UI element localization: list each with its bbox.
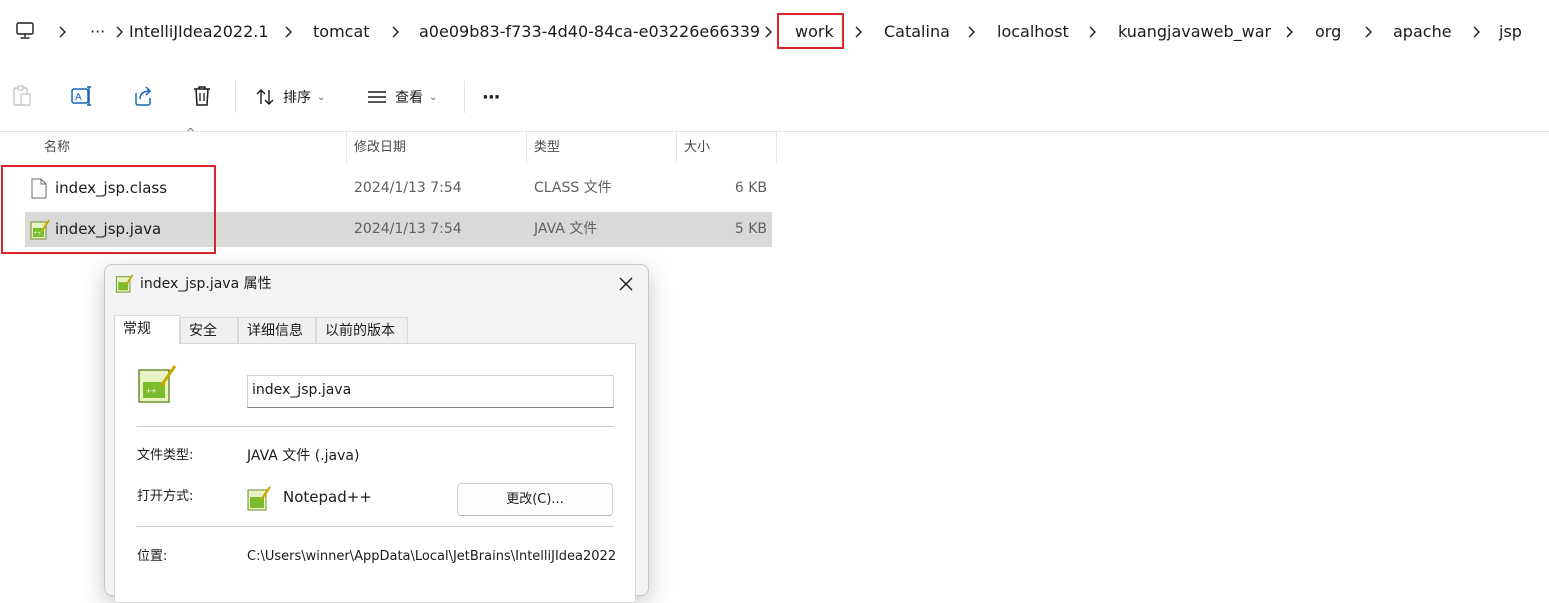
breadcrumb-item-tomcat[interactable]: tomcat (313, 20, 370, 44)
properties-dialog: index_jsp.java 属性 常规 安全 详细信息 以前的版本 ++ in… (104, 264, 649, 603)
chevron-right-icon (1473, 26, 1480, 38)
open-with-value: Notepad++ (283, 488, 372, 506)
file-type: CLASS 文件 (534, 180, 612, 196)
chevron-right-icon (855, 26, 862, 38)
open-with-label: 打开方式: (137, 489, 194, 504)
column-divider[interactable] (346, 131, 347, 163)
chevron-right-icon (1089, 26, 1096, 38)
notepadpp-file-icon (115, 274, 134, 293)
sort-ascending-icon: ^ (186, 126, 196, 139)
column-divider[interactable] (676, 131, 677, 163)
chevron-right-icon (1365, 26, 1372, 38)
chevron-right-icon (968, 26, 975, 38)
breadcrumb-item-catalina[interactable]: Catalina (884, 20, 950, 44)
breadcrumb-item-kuangjavaweb[interactable]: kuangjavaweb_war (1118, 20, 1271, 44)
more-options-button[interactable]: ··· (482, 83, 500, 111)
divider (137, 526, 614, 527)
column-header-size[interactable]: 大小 (684, 133, 710, 163)
file-type-value: JAVA 文件 (.java) (247, 448, 360, 464)
dialog-title: index_jsp.java 属性 (140, 276, 272, 292)
divider (137, 426, 614, 427)
location-value: C:\Users\winner\AppData\Local\JetBrains\… (247, 549, 617, 564)
file-type-label: 文件类型: (137, 448, 194, 463)
file-date: 2024/1/13 7:54 (354, 221, 462, 237)
toolbar-separator (235, 81, 236, 113)
sort-label: 排序 (283, 90, 311, 106)
file-size: 5 KB (734, 221, 767, 237)
view-list-icon (368, 91, 386, 103)
breadcrumb-item-apache[interactable]: apache (1393, 20, 1452, 44)
tab-details[interactable]: 详细信息 (238, 317, 316, 343)
share-icon[interactable] (131, 84, 155, 108)
paste-icon[interactable] (11, 84, 33, 108)
column-header-name[interactable]: 名称 (44, 133, 70, 163)
breadcrumb-item-localhost[interactable]: localhost (997, 20, 1069, 44)
notepadpp-app-icon (247, 486, 271, 511)
rename-icon[interactable]: A (70, 84, 94, 108)
change-button[interactable]: 更改(C)... (457, 483, 613, 516)
close-icon[interactable] (615, 273, 637, 295)
delete-icon[interactable] (191, 84, 213, 108)
column-divider[interactable] (776, 131, 777, 163)
computer-icon[interactable] (15, 21, 35, 41)
svg-text:A: A (75, 92, 82, 103)
toolbar-separator (464, 81, 465, 113)
breadcrumb-item-jsp[interactable]: jsp (1499, 20, 1522, 44)
location-label: 位置: (137, 549, 168, 564)
tab-security[interactable]: 安全 (180, 317, 238, 343)
chevron-right-icon (392, 26, 399, 38)
column-header-date[interactable]: 修改日期 (354, 133, 406, 163)
file-size: 6 KB (734, 180, 767, 196)
tab-general[interactable]: 常规 (114, 315, 180, 344)
breadcrumb-overflow[interactable]: ··· (90, 20, 105, 44)
svg-text:++: ++ (146, 386, 157, 396)
general-tab-panel: ++ index_jsp.java 文件类型: JAVA 文件 (.java) … (114, 343, 636, 603)
address-bar: ··· IntelliJIdea2022.1 tomcat a0e09b83-f… (0, 0, 1549, 64)
chevron-right-icon (285, 26, 292, 38)
file-type: JAVA 文件 (534, 221, 598, 237)
chevron-right-icon (116, 26, 123, 38)
annotation-box-work (777, 13, 844, 49)
view-label: 查看 (395, 90, 423, 106)
annotation-box-files (1, 165, 216, 254)
chevron-right-icon (1286, 26, 1293, 38)
chevron-right-icon (765, 26, 772, 38)
filename-field[interactable]: index_jsp.java (247, 375, 614, 408)
sort-button[interactable]: 排序 ⌄ (255, 83, 325, 111)
tab-previous-versions[interactable]: 以前的版本 (316, 317, 408, 343)
command-bar: A 排序 ⌄ 查看 ⌄ ··· (0, 63, 1549, 132)
column-header-type[interactable]: 类型 (534, 133, 560, 163)
breadcrumb-item-org[interactable]: org (1315, 20, 1341, 44)
file-date: 2024/1/13 7:54 (354, 180, 462, 196)
view-button[interactable]: 查看 ⌄ (367, 83, 437, 111)
chevron-down-icon: ⌄ (317, 91, 326, 103)
breadcrumb-item-intellijidea[interactable]: IntelliJIdea2022.1 (129, 20, 269, 44)
chevron-down-icon: ⌄ (429, 91, 438, 103)
sort-icon (256, 89, 274, 105)
column-divider[interactable] (526, 131, 527, 163)
chevron-right-icon (59, 26, 66, 38)
breadcrumb-item-guid[interactable]: a0e09b83-f733-4d40-84ca-e03226e66339 (419, 20, 760, 44)
notepadpp-file-icon: ++ (138, 365, 177, 403)
